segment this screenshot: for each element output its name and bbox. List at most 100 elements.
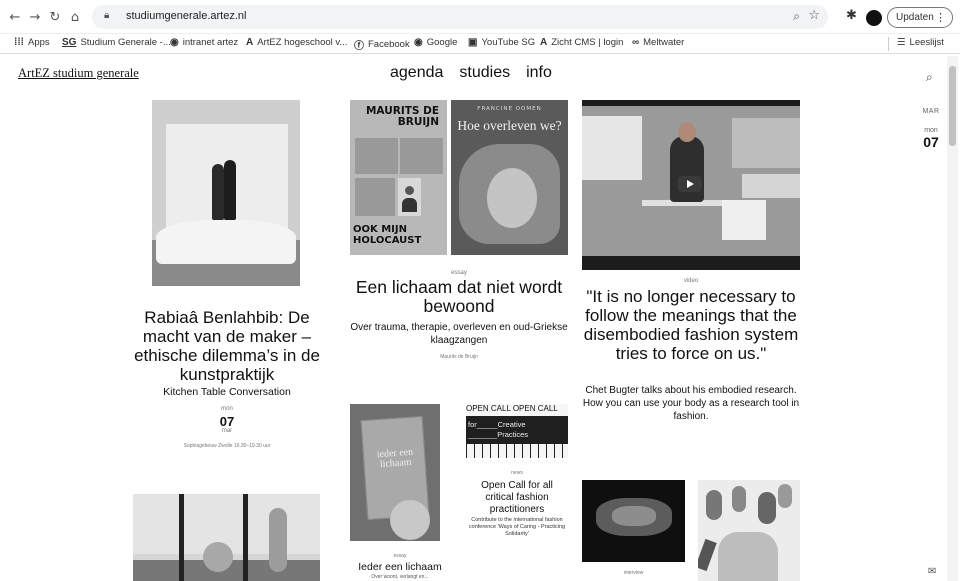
address-url[interactable]: studiumgenerale.artez.nl	[126, 10, 246, 22]
reading-list-icon: ☰	[897, 37, 906, 48]
bookmark-meltwater[interactable]: ∞ Meltwater	[632, 37, 684, 48]
event-title[interactable]: Rabiaâ Benlahbib: De macht van de maker …	[134, 308, 320, 384]
update-button[interactable]: Updaten ⋮	[887, 7, 953, 28]
article-subtitle: Over trauma, therapie, overleven en oud-…	[350, 322, 568, 346]
date-rail-day: 07	[923, 134, 939, 150]
apps-grid-icon: ⁞⁞⁞	[14, 37, 24, 48]
extensions-puzzle-icon[interactable]: ✱	[846, 8, 857, 23]
date-rail[interactable]: MAR mon 07	[916, 108, 946, 150]
kicker-text: essay	[451, 270, 467, 276]
globe-icon: ◉	[170, 37, 179, 48]
date-rail-dayname: mon	[924, 127, 938, 134]
bookmark-artez-hogeschool[interactable]: A ArtEZ hogeschool v...	[246, 37, 347, 48]
bookmark-label: Studium Generale -...	[80, 37, 171, 48]
site-logo-link[interactable]: ArtEZ studium generale	[18, 66, 139, 81]
bookmark-label: Google	[426, 37, 458, 48]
bookmark-apps[interactable]: ⁞⁞⁞ Apps	[14, 37, 50, 48]
sg-logo-icon: SG	[62, 37, 77, 48]
scrollbar-thumb[interactable]	[949, 66, 956, 146]
video-person	[670, 136, 704, 202]
bookmark-facebook[interactable]: ⓕ Facebook	[354, 37, 410, 52]
nav-agenda[interactable]: agenda	[390, 64, 443, 82]
news-kicker: news	[511, 470, 523, 476]
bookmark-label: intranet artez	[182, 37, 239, 48]
book-cover-image[interactable]: FRANCINE OOMEN Hoe overleven we?	[451, 100, 568, 255]
main-nav: agenda studies info	[390, 64, 552, 82]
bookmark-studium-generale[interactable]: SG Studium Generale -...	[62, 37, 171, 48]
photo-drape	[156, 220, 296, 264]
bookmark-zicht-cms[interactable]: A Zicht CMS | login	[540, 37, 623, 48]
cover-panel	[355, 178, 395, 216]
bookmark-youtube-sg[interactable]: ▣ YouTube SG	[468, 37, 535, 48]
open-call-stripes	[466, 444, 568, 458]
open-call-image[interactable]: OPEN CALL OPEN CALL for_____Creative ___…	[466, 404, 568, 458]
interview-face	[612, 506, 656, 526]
essay-kicker: essay	[393, 553, 407, 559]
video-table	[742, 174, 800, 198]
facebook-icon: ⓕ	[354, 41, 364, 52]
illustration-image[interactable]	[698, 480, 800, 581]
news-subtitle: Contribute to the international fashion …	[468, 517, 566, 537]
bookmarks-bar: ⁞⁞⁞ Apps SG Studium Generale -... ◉ intr…	[0, 34, 960, 54]
lock-icon: 🔒︎	[104, 10, 110, 21]
sculpture-photo[interactable]	[133, 494, 320, 581]
mail-icon[interactable]: ✉	[928, 566, 936, 577]
divider	[888, 37, 889, 51]
forward-arrow-icon[interactable]: →	[26, 8, 44, 26]
profile-avatar[interactable]	[866, 10, 882, 26]
photo-figure	[224, 160, 236, 220]
home-icon[interactable]: ⌂	[66, 8, 84, 26]
bookmark-label: Meltwater	[643, 37, 685, 48]
essay-subtitle: Over woont, verlangt en...	[371, 574, 429, 580]
photo-figure	[212, 164, 224, 220]
a-logo-icon: A	[246, 37, 254, 48]
bookmark-label: Zicht CMS | login	[551, 37, 624, 48]
search-icon[interactable]: ⌕	[793, 9, 800, 24]
illustration-figure	[758, 492, 776, 524]
article-author: Maurits de Bruijn	[440, 354, 478, 360]
bookmark-google[interactable]: ◉ Google	[414, 37, 457, 48]
bookmark-label: Apps	[28, 37, 50, 48]
search-icon[interactable]: ⌕	[926, 70, 933, 85]
video-kicker: video	[683, 278, 699, 284]
nav-studies[interactable]: studies	[459, 64, 510, 82]
event-day: 07	[219, 414, 235, 429]
cover-author: FRANCINE OOMEN	[477, 106, 542, 112]
reload-icon[interactable]: ↻	[46, 8, 64, 26]
reading-list-label: Leeslijst	[909, 37, 944, 48]
cover-title: Hoe overleven we?	[457, 118, 562, 133]
cover-panel	[355, 138, 398, 174]
essay-image[interactable]: ieder een lichaam	[350, 404, 440, 541]
video-title[interactable]: "It is no longer necessary to follow the…	[582, 287, 800, 363]
cover-subtitle: OOK MIJN HOLOCAUST	[353, 224, 422, 246]
page-scrollbar[interactable]	[947, 56, 958, 581]
book-cover-image[interactable]: MAURITS DE BRUIJN OOK MIJN HOLOCAUST	[350, 100, 447, 255]
cover-panel	[400, 138, 443, 174]
cover-title: MAURITS DE BRUIJN	[365, 105, 439, 128]
event-photo[interactable]	[152, 100, 300, 286]
photo-sculpture	[203, 542, 233, 572]
event-subtitle: Kitchen Table Conversation	[163, 386, 291, 398]
essay-title[interactable]: Ieder een lichaam	[350, 561, 450, 573]
globe-icon: ◉	[414, 37, 423, 48]
bookmark-star-icon[interactable]: ☆	[808, 8, 820, 23]
open-call-band-text: for_____Creative _______Practices	[468, 420, 529, 439]
bookmark-intranet-artez[interactable]: ◉ intranet artez	[170, 37, 238, 48]
video-person-head	[678, 122, 696, 142]
address-bar[interactable]: 🔒︎ studiumgenerale.artez.nl ⌕ ☆	[92, 5, 828, 29]
browser-toolbar: ← → ↻ ⌂ 🔒︎ studiumgenerale.artez.nl ⌕ ☆ …	[0, 0, 960, 34]
play-icon[interactable]	[678, 176, 702, 192]
bookmark-label: ArtEZ hogeschool v...	[257, 37, 348, 48]
back-arrow-icon[interactable]: ←	[6, 8, 24, 26]
article-title[interactable]: Een lichaam dat niet wordt bewoond	[350, 278, 568, 316]
book-text: ieder een lichaam	[376, 446, 414, 471]
illustration-figure	[732, 486, 746, 512]
illustration-figure	[698, 538, 717, 572]
illustration-figure	[706, 490, 722, 520]
interview-image[interactable]	[582, 480, 685, 562]
video-thumbnail[interactable]	[582, 100, 800, 270]
article-kicker: essay	[350, 270, 568, 276]
nav-info[interactable]: info	[526, 64, 552, 82]
news-title[interactable]: Open Call for all critical fashion pract…	[466, 480, 568, 516]
reading-list-button[interactable]: ☰ Leeslijst	[897, 37, 944, 48]
